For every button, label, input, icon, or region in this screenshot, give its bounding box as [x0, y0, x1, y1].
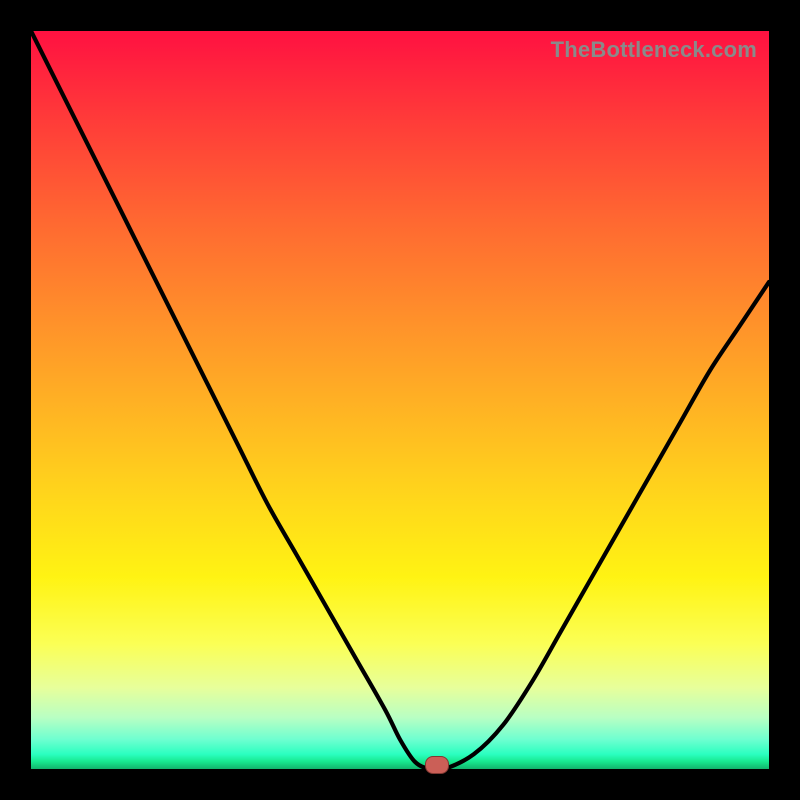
- optimal-point-marker: [425, 756, 449, 774]
- chart-frame: TheBottleneck.com: [0, 0, 800, 800]
- bottleneck-curve: [31, 31, 769, 769]
- plot-area: TheBottleneck.com: [31, 31, 769, 769]
